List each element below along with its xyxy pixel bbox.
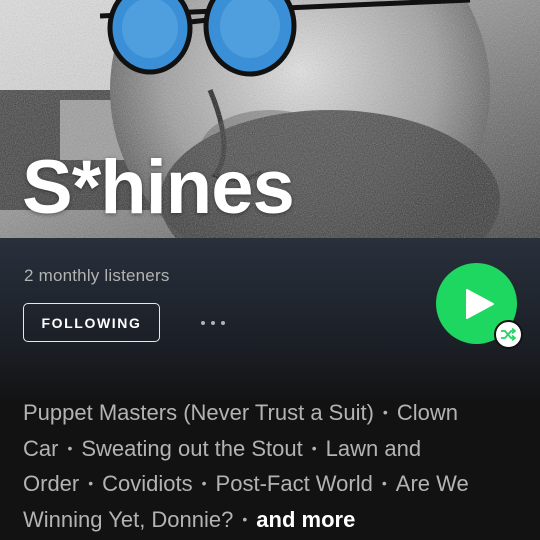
dot — [201, 321, 205, 325]
separator: • — [242, 510, 248, 527]
and-more-link[interactable]: and more — [256, 507, 355, 532]
more-options-icon[interactable] — [196, 315, 230, 331]
play-icon — [465, 288, 494, 319]
separator: • — [201, 475, 207, 491]
shuffle-icon[interactable] — [494, 320, 523, 349]
popular-tracks-list: Puppet Masters (Never Trust a Suit) • Clow… — [23, 395, 523, 537]
artist-header-image: S*hines — [0, 0, 540, 238]
track-title[interactable]: Puppet Masters (Never Trust a Suit) — [23, 400, 374, 425]
separator: • — [381, 475, 387, 491]
dot — [211, 321, 215, 325]
separator: • — [67, 439, 73, 456]
track-title[interactable]: Covidiots — [102, 471, 192, 496]
following-button[interactable]: FOLLOWING — [23, 303, 160, 342]
shuffle-glyph — [501, 328, 516, 341]
artist-name: S*hines — [22, 145, 295, 230]
separator: • — [311, 439, 317, 456]
separator: • — [88, 475, 94, 491]
track-title[interactable]: Post-Fact World — [216, 471, 373, 496]
separator: • — [382, 404, 388, 420]
dot — [221, 321, 225, 325]
monthly-listeners: 2 monthly listeners — [24, 266, 170, 285]
track-title[interactable]: Sweating out the Stout — [81, 436, 302, 461]
